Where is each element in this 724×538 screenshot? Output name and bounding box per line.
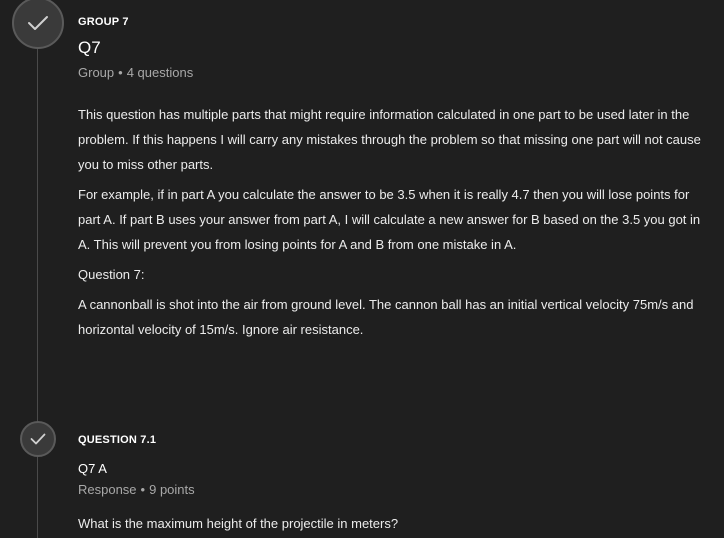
question-meta: Response • 9 points [78,481,704,499]
description-paragraph: Question 7: [78,267,145,282]
group-meta: Group • 4 questions [78,64,704,82]
question-meta-detail: 9 points [149,482,195,497]
meta-separator: • [118,65,123,80]
group-description: This question has multiple parts that mi… [78,102,704,342]
group-complete-indicator [12,0,64,49]
description-paragraph: A cannonball is shot into the air from g… [78,297,694,337]
question-title[interactable]: Q7 A [78,460,704,478]
group-section: GROUP 7 Q7 Group • 4 questions This questi… [78,14,704,347]
group-title[interactable]: Q7 [78,36,704,60]
check-icon [30,433,46,445]
question-meta-type: Response [78,482,137,497]
description-paragraph: This question has multiple parts that mi… [78,107,701,172]
question-eyebrow: QUESTION 7.1 [78,434,157,446]
question-prompt: What is the maximum height of the projec… [78,516,399,531]
question-complete-indicator [20,421,56,457]
group-meta-detail: 4 questions [126,65,194,80]
question-section: QUESTION 7.1 Q7 A Response • 9 points What… [78,432,704,533]
timeline-line [37,40,38,538]
check-icon [27,15,49,31]
assignment-page: GROUP 7 Q7 Group • 4 questions This questi… [0,0,724,538]
group-meta-type: Group [78,65,115,80]
group-eyebrow: GROUP 7 [78,16,129,28]
meta-separator: • [140,482,146,497]
description-paragraph: For example, if in part A you calculate … [78,187,701,252]
